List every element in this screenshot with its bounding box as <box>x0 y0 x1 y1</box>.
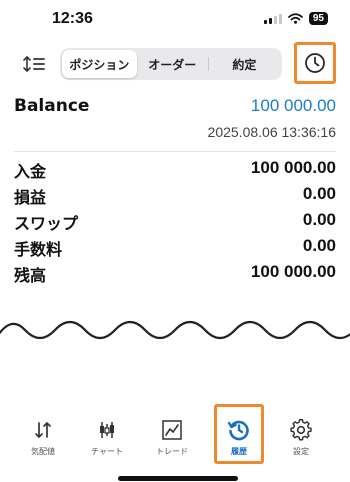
summary-label: 入金 <box>14 162 47 181</box>
summary-value: 0.00 <box>302 236 336 255</box>
summary-row-deposit: 入金 100 000.00 <box>14 158 336 184</box>
tab-label: 履歴 <box>231 447 247 456</box>
tab-label: チャート <box>91 447 123 456</box>
tab-bar: 気配値 チャート トレード 履歴 設定 <box>0 400 350 470</box>
status-icons: 95 <box>263 12 328 25</box>
timestamp: 2025.08.06 13:36:16 <box>207 124 336 140</box>
summary-value: 0.00 <box>302 184 336 203</box>
battery-indicator: 95 <box>308 12 328 25</box>
toolbar: ポジション オーダー 約定 <box>0 42 350 86</box>
wifi-icon <box>287 13 303 24</box>
tab-history[interactable]: 履歴 <box>211 418 267 464</box>
tab-label: 設定 <box>293 447 309 456</box>
chart-icon <box>95 418 119 442</box>
summary-value: 100 000.00 <box>250 262 336 281</box>
tab-settings[interactable]: 設定 <box>273 418 329 464</box>
summary-row-commission: 手数料 0.00 <box>14 236 336 262</box>
tab-positions[interactable]: ポジション <box>62 50 137 78</box>
summary-list: 入金 100 000.00 損益 0.00 スワップ 0.00 手数料 0.00… <box>14 158 336 288</box>
status-bar: 12:36 95 <box>0 0 350 40</box>
summary-label: 損益 <box>14 188 47 207</box>
tab-label: トレード <box>156 447 188 456</box>
wavy-separator <box>0 320 350 340</box>
trade-icon <box>160 418 184 442</box>
summary-label: 手数料 <box>14 240 63 259</box>
balance-row: Balance 100 000.00 <box>14 96 336 120</box>
sort-icon <box>23 56 45 72</box>
summary-row-balance: 残高 100 000.00 <box>14 262 336 288</box>
tab-deals[interactable]: 約定 <box>209 50 280 78</box>
tab-label: 気配値 <box>31 447 55 456</box>
divider <box>14 151 336 152</box>
tab-chart[interactable]: チャート <box>79 418 135 464</box>
balance-label: Balance <box>14 96 90 116</box>
summary-value: 0.00 <box>302 210 336 229</box>
tab-quotes[interactable]: 気配値 <box>15 418 71 464</box>
summary-label: スワップ <box>14 214 79 233</box>
history-period-button[interactable] <box>294 42 336 84</box>
summary-value: 100 000.00 <box>250 158 336 177</box>
summary-label: 残高 <box>14 266 47 285</box>
history-icon <box>227 418 251 442</box>
gear-icon <box>289 418 313 442</box>
tab-orders[interactable]: オーダー <box>137 50 208 78</box>
signal-icon <box>263 13 282 24</box>
status-time: 12:36 <box>52 10 93 27</box>
summary-row-profit: 損益 0.00 <box>14 184 336 210</box>
balance-value: 100 000.00 <box>250 96 336 115</box>
tab-trade[interactable]: トレード <box>144 418 200 464</box>
sort-button[interactable] <box>22 52 48 76</box>
segmented-control: ポジション オーダー 約定 <box>60 48 282 80</box>
quotes-icon <box>31 418 55 442</box>
home-indicator <box>118 476 238 481</box>
clock-icon <box>305 53 325 73</box>
summary-row-swap: スワップ 0.00 <box>14 210 336 236</box>
